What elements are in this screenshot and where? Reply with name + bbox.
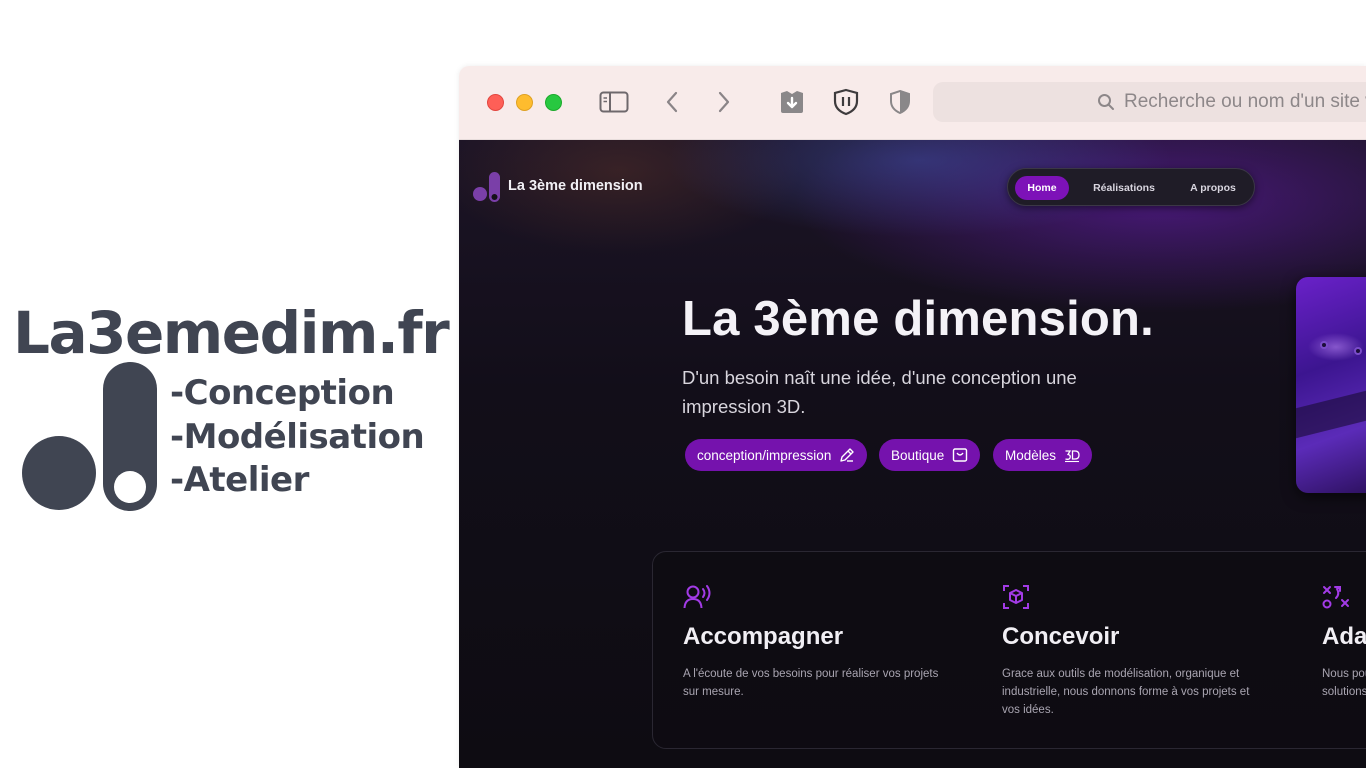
modeles-button[interactable]: Modèles: [993, 439, 1093, 471]
close-window-button[interactable]: [487, 94, 504, 111]
brand-features: -Conception -Modélisation -Atelier: [170, 372, 425, 503]
address-placeholder: Recherche ou nom d'un site web: [1124, 91, 1366, 112]
site-logo-icon[interactable]: [473, 172, 503, 202]
nav-home[interactable]: Home: [1015, 176, 1069, 200]
site-nav: Home Réalisations A propos: [1007, 168, 1255, 206]
forward-icon[interactable]: [714, 88, 734, 116]
boutique-button[interactable]: Boutique: [879, 439, 981, 471]
maximize-window-button[interactable]: [545, 94, 562, 111]
hero-subtitle: D'un besoin naît une idée, d'une concept…: [682, 367, 1077, 417]
feature-text: Grace aux outils de modélisation, organi…: [1002, 668, 1250, 716]
nav-realisations[interactable]: Réalisations: [1082, 176, 1166, 200]
minimize-window-button[interactable]: [516, 94, 533, 111]
3d-icon: [1065, 450, 1080, 463]
pencil-icon: [840, 448, 855, 462]
feature-text: A l'écoute de vos besoins pour réaliser …: [683, 668, 939, 698]
feature-text: Nous pouvons vous proposer une large gam…: [1322, 668, 1366, 698]
modeles-label: Modèles: [1005, 447, 1057, 463]
website-page: La 3ème dimension Home Réalisations A pr…: [459, 140, 1366, 768]
browser-window: Recherche ou nom d'un site web La 3ème d…: [459, 66, 1366, 768]
hero-title: La 3ème dimension.: [682, 292, 1154, 346]
browser-toolbar: Recherche ou nom d'un site web: [459, 66, 1366, 140]
brand-feature-modelisation: -Modélisation: [170, 416, 425, 457]
conception-impression-label: conception/impression: [697, 447, 832, 463]
conception-impression-button[interactable]: conception/impression: [685, 439, 868, 471]
brand-feature-atelier: -Atelier: [170, 460, 309, 500]
cube-scan-icon: [1003, 585, 1029, 609]
headset-voice-icon: [683, 585, 711, 609]
sidebar-toggle-icon[interactable]: [599, 88, 629, 116]
address-bar[interactable]: Recherche ou nom d'un site web: [933, 82, 1366, 122]
privacy-shield-icon[interactable]: [888, 88, 912, 116]
feature-title: Adapter: [1322, 623, 1366, 650]
brand-feature-conception: -Conception: [170, 373, 395, 413]
hero-image: [1296, 277, 1366, 493]
download-extension-icon[interactable]: [778, 88, 806, 116]
search-icon: [1098, 94, 1114, 110]
feature-title: Concevoir: [1002, 623, 1120, 650]
strategy-icon: [1322, 586, 1349, 609]
site-name[interactable]: La 3ème dimension: [508, 178, 643, 194]
feature-title: Accompagner: [683, 623, 844, 650]
back-icon[interactable]: [662, 88, 682, 116]
shield-pause-icon[interactable]: [832, 88, 860, 116]
nav-a-propos[interactable]: A propos: [1178, 176, 1248, 200]
features-card: Accompagner A l'écoute de vos besoins po…: [652, 551, 1366, 749]
brand-domain: La3emedim.fr: [13, 299, 450, 367]
boutique-label: Boutique: [891, 447, 945, 463]
cart-icon: [953, 448, 968, 462]
brand-logo-icon: [22, 362, 157, 511]
